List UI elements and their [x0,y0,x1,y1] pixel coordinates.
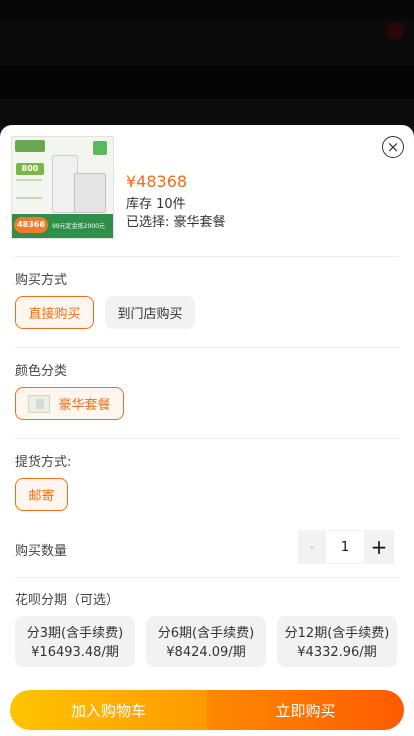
action-bar: 加入购物车 立即购买 [10,690,404,730]
button-label: 立即购买 [275,701,336,720]
button-label: 加入购物车 [70,701,146,720]
option-store-buy[interactable]: 到门店购买 [105,296,195,329]
selected-variant: 已选择: 豪华套餐 [126,215,226,230]
thumbnail-headline: 800 [16,163,44,175]
option-color-deluxe[interactable]: 豪华套餐 [15,387,124,420]
brand-logo [15,140,45,152]
add-to-cart-button[interactable]: 加入购物车 [10,690,207,730]
variant-thumbnail [28,394,51,413]
thumbnail-price: 48368 [14,217,48,233]
option-label: 直接购买 [28,307,81,322]
divider [15,438,399,439]
divider [15,256,399,257]
installment-amount: ¥8424.09/期 [166,645,246,660]
close-button[interactable]: × [382,136,404,158]
installment-option-6[interactable]: 分6期(含手续费) ¥8424.09/期 [146,616,266,667]
installment-option-12[interactable]: 分12期(含手续费) ¥4332.96/期 [277,616,397,667]
option-mail[interactable]: 邮寄 [15,478,68,511]
option-label: 邮寄 [28,489,55,504]
product-stock: 库存 10件 [126,197,186,212]
installment-option-3[interactable]: 分3期(含手续费) ¥16493.48/期 [15,616,135,667]
installment-label: 分3期(含手续费) [26,626,124,641]
option-direct-buy[interactable]: 直接购买 [15,296,94,329]
close-icon: × [386,137,400,156]
sku-selection-sheet: × 800 48368 99元定金抵2000元 ¥48368 库存 10件 已选… [0,125,414,736]
option-label: 到门店购买 [117,307,183,322]
option-label: 豪华套餐 [58,398,111,413]
thumbnail-text-lines [16,179,42,199]
installment-amount: ¥16493.48/期 [31,645,119,660]
product-machine-image-2 [74,173,106,213]
pickup-title: 提货方式: [15,455,72,470]
divider [15,347,399,348]
thumbnail-promo-text: 99元定金抵2000元 [52,223,105,230]
quantity-value[interactable]: 1 [328,530,362,564]
quantity-plus-button[interactable]: + [364,530,394,564]
installment-label: 分6期(含手续费) [157,626,255,641]
color-title: 颜色分类 [15,364,68,379]
quantity-minus-button[interactable]: - [298,530,326,564]
product-thumbnail: 800 48368 99元定金抵2000元 [11,136,114,239]
installment-amount: ¥4332.96/期 [297,645,377,660]
installment-label: 分12期(含手续费) [284,626,390,641]
quantity-stepper: - 1 + [298,530,394,564]
installments-title: 花呗分期（可选） [15,593,120,608]
quantity-title: 购买数量 [15,544,68,559]
buy-now-button[interactable]: 立即购买 [207,690,404,730]
divider [15,577,399,578]
purchase-method-title: 购买方式 [15,273,68,288]
product-price: ¥48368 [126,172,188,191]
badge-icon [93,141,107,155]
